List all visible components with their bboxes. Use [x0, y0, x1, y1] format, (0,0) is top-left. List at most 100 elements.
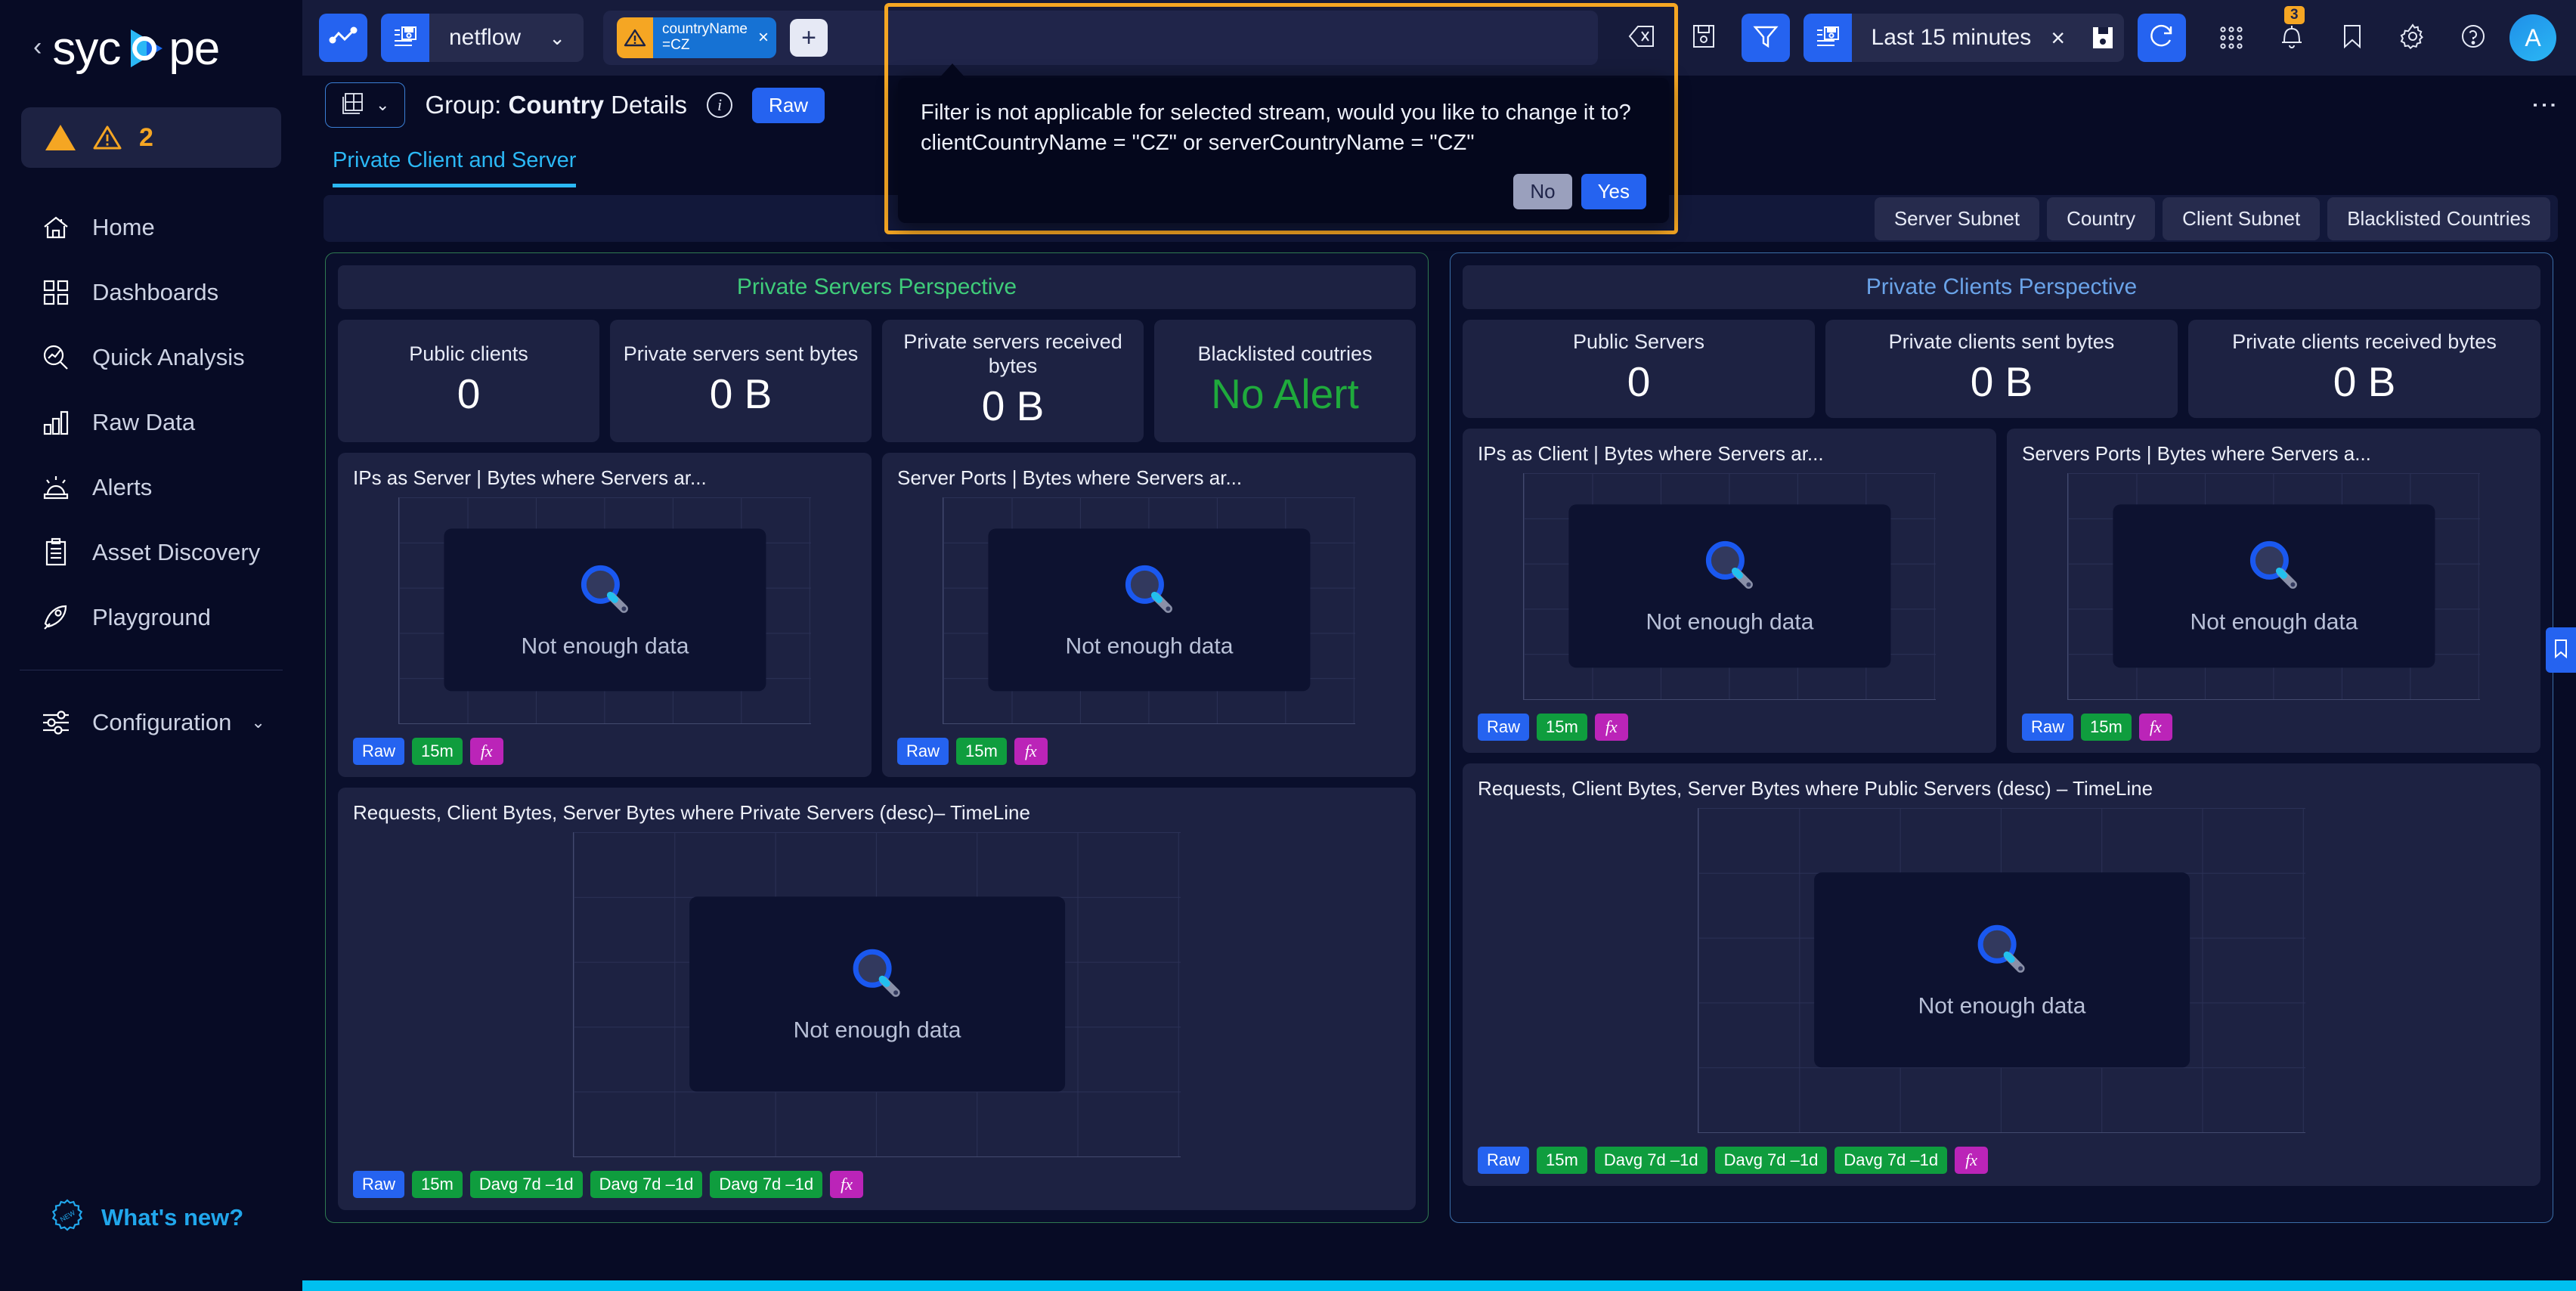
badge-fx[interactable]: fx	[469, 737, 503, 765]
badge-interval[interactable]: 15m	[1537, 713, 1587, 741]
sidebar-item-home[interactable]: Home	[0, 195, 302, 260]
filter-chip-countryname[interactable]: countryName =CZ ×	[617, 17, 777, 58]
badge-fx[interactable]: fx	[1014, 737, 1048, 765]
bookmark-edge-tab[interactable]	[2546, 627, 2576, 673]
chip-server-subnet[interactable]: Server Subnet	[1874, 197, 2040, 240]
badge-raw[interactable]: Raw	[353, 737, 405, 765]
filter-chip-body[interactable]: countryName =CZ ×	[653, 17, 777, 58]
apps-grid-button[interactable]	[2207, 14, 2256, 62]
chip-client-subnet[interactable]: Client Subnet	[2163, 197, 2321, 240]
empty-state: Not enough data	[689, 896, 1066, 1091]
page-title-strong: Country	[508, 91, 605, 119]
add-filter-button[interactable]: +	[790, 19, 828, 57]
sidebar-item-quick-analysis[interactable]: Quick Analysis	[0, 325, 302, 390]
tab-private-client-and-server[interactable]: Private Client and Server	[333, 148, 577, 187]
badge-interval[interactable]: 15m	[2081, 713, 2132, 741]
whats-new-button[interactable]: NEW What's new?	[0, 1198, 243, 1237]
panel-private-servers-timeline[interactable]: Requests, Client Bytes, Server Bytes whe…	[338, 787, 1416, 1210]
kpi-private-servers-sent-bytes[interactable]: Private servers sent bytes 0 B	[610, 320, 872, 442]
badge-davg-2[interactable]: Davg 7d –1d	[1714, 1146, 1828, 1174]
badge-interval[interactable]: 15m	[1537, 1146, 1587, 1174]
empty-state: Not enough data	[2113, 504, 2435, 667]
badge-interval[interactable]: 15m	[412, 1170, 463, 1198]
kpi-label: Private servers received bytes	[903, 330, 1122, 377]
kpi-private-servers-received-bytes[interactable]: Private servers received bytes 0 B	[882, 320, 1144, 442]
bookmark-button[interactable]	[2328, 14, 2376, 62]
close-icon[interactable]: ×	[758, 27, 769, 48]
panel-servers-ports[interactable]: Servers Ports | Bytes where Servers a...	[2007, 428, 2540, 753]
sidebar-item-playground[interactable]: Playground	[0, 585, 302, 650]
no-button[interactable]: No	[1513, 174, 1572, 209]
plot-area: Not enough data	[398, 497, 812, 724]
more-vertical-icon[interactable]: ⋮	[2530, 92, 2559, 118]
panel-title: Requests, Client Bytes, Server Bytes whe…	[353, 800, 1030, 824]
alert-triangle-solid-icon	[45, 125, 76, 150]
save-filter-button[interactable]	[1680, 14, 1728, 62]
group-selector[interactable]: ⌄	[325, 82, 406, 128]
chevron-down-icon[interactable]: ⌄	[549, 26, 584, 50]
brand-logo[interactable]: syc pe	[52, 22, 220, 76]
panel-title: IPs as Client | Bytes where Servers ar..…	[1478, 441, 1824, 465]
badge-interval[interactable]: 15m	[412, 737, 463, 765]
badge-raw[interactable]: Raw	[2022, 713, 2074, 741]
badge-fx[interactable]: fx	[2138, 713, 2172, 741]
settings-button[interactable]	[2389, 14, 2437, 62]
avatar[interactable]: A	[2509, 14, 2556, 61]
badge-davg-1[interactable]: Davg 7d –1d	[469, 1170, 583, 1198]
kpi-value: 0 B	[2333, 358, 2396, 405]
info-icon[interactable]: i	[707, 92, 733, 118]
badge-raw[interactable]: Raw	[897, 737, 949, 765]
help-button[interactable]	[2449, 14, 2497, 62]
timeline-row: Requests, Client Bytes, Server Bytes whe…	[338, 787, 1416, 1210]
chevron-down-icon[interactable]: ⌄	[376, 95, 389, 115]
sidebar-item-asset-discovery[interactable]: Asset Discovery	[0, 520, 302, 585]
save-time-range-button[interactable]	[2082, 14, 2124, 62]
kpi-public-clients[interactable]: Public clients 0	[338, 320, 599, 442]
modal-message-line2: clientCountryName = "CZ" or serverCountr…	[921, 131, 1475, 156]
kpi-label: Private servers sent bytes	[623, 342, 859, 365]
app-root: ‹ syc pe 2 Home Dashboards Quick Analysi…	[0, 0, 2576, 1291]
sidebar-item-alerts[interactable]: Alerts	[0, 455, 302, 520]
chevron-down-icon[interactable]: ⌄	[251, 713, 265, 732]
badge-fx[interactable]: fx	[830, 1170, 863, 1198]
kpi-blacklisted-countries[interactable]: Blacklisted coutries No Alert	[1154, 320, 1416, 442]
funnel-filter-button[interactable]	[1741, 14, 1790, 62]
activity-pulse-button[interactable]	[319, 14, 367, 62]
chip-blacklisted-countries[interactable]: Blacklisted Countries	[2327, 197, 2550, 240]
panel-badges: Raw 15m fx	[2022, 713, 2525, 741]
panel-ips-as-client[interactable]: IPs as Client | Bytes where Servers ar..…	[1463, 428, 1996, 753]
panel-badges: Raw 15m Davg 7d –1d Davg 7d –1d Davg 7d …	[353, 1170, 1401, 1198]
kpi-private-clients-sent-bytes[interactable]: Private clients sent bytes 0 B	[1825, 320, 2178, 418]
badge-fx[interactable]: fx	[1955, 1146, 1988, 1174]
yes-button[interactable]: Yes	[1581, 174, 1646, 209]
sidebar-item-dashboards[interactable]: Dashboards	[0, 260, 302, 325]
kpi-private-clients-received-bytes[interactable]: Private clients received bytes 0 B	[2188, 320, 2540, 418]
panel-row: IPs as Client | Bytes where Servers ar..…	[1463, 428, 2540, 753]
badge-raw[interactable]: Raw	[1478, 713, 1530, 741]
badge-raw[interactable]: Raw	[353, 1170, 405, 1198]
clear-filter-button[interactable]	[1618, 14, 1666, 62]
sidebar-item-configuration[interactable]: Configuration ⌄	[0, 690, 302, 755]
sidebar-alert-pill[interactable]: 2	[21, 107, 281, 168]
badge-davg-2[interactable]: Davg 7d –1d	[590, 1170, 703, 1198]
time-range-selector[interactable]: Last 15 minutes ×	[1803, 14, 2124, 62]
panel-server-ports[interactable]: Server Ports | Bytes where Servers ar...	[882, 452, 1416, 777]
badge-davg-1[interactable]: Davg 7d –1d	[1594, 1146, 1708, 1174]
sidebar-collapse-icon[interactable]: ‹	[33, 34, 42, 60]
filter-bar: countryName =CZ × +	[603, 11, 1598, 65]
badge-davg-3[interactable]: Davg 7d –1d	[1834, 1146, 1948, 1174]
badge-davg-3[interactable]: Davg 7d –1d	[710, 1170, 823, 1198]
badge-fx[interactable]: fx	[1594, 713, 1628, 741]
stream-selector[interactable]: netflow ⌄	[381, 14, 584, 62]
badge-interval[interactable]: 15m	[956, 737, 1007, 765]
sidebar-item-raw-data[interactable]: Raw Data	[0, 390, 302, 455]
notifications-button[interactable]: 3	[2268, 6, 2316, 62]
panel-public-servers-timeline[interactable]: Requests, Client Bytes, Server Bytes whe…	[1463, 763, 2540, 1186]
badge-raw[interactable]: Raw	[1478, 1146, 1530, 1174]
close-icon[interactable]: ×	[2051, 24, 2082, 52]
chip-country[interactable]: Country	[2047, 197, 2156, 240]
raw-badge[interactable]: Raw	[752, 87, 825, 123]
panel-ips-as-server[interactable]: IPs as Server | Bytes where Servers ar..…	[338, 452, 872, 777]
kpi-public-servers[interactable]: Public Servers 0	[1463, 320, 1815, 418]
refresh-button[interactable]	[2138, 14, 2186, 62]
